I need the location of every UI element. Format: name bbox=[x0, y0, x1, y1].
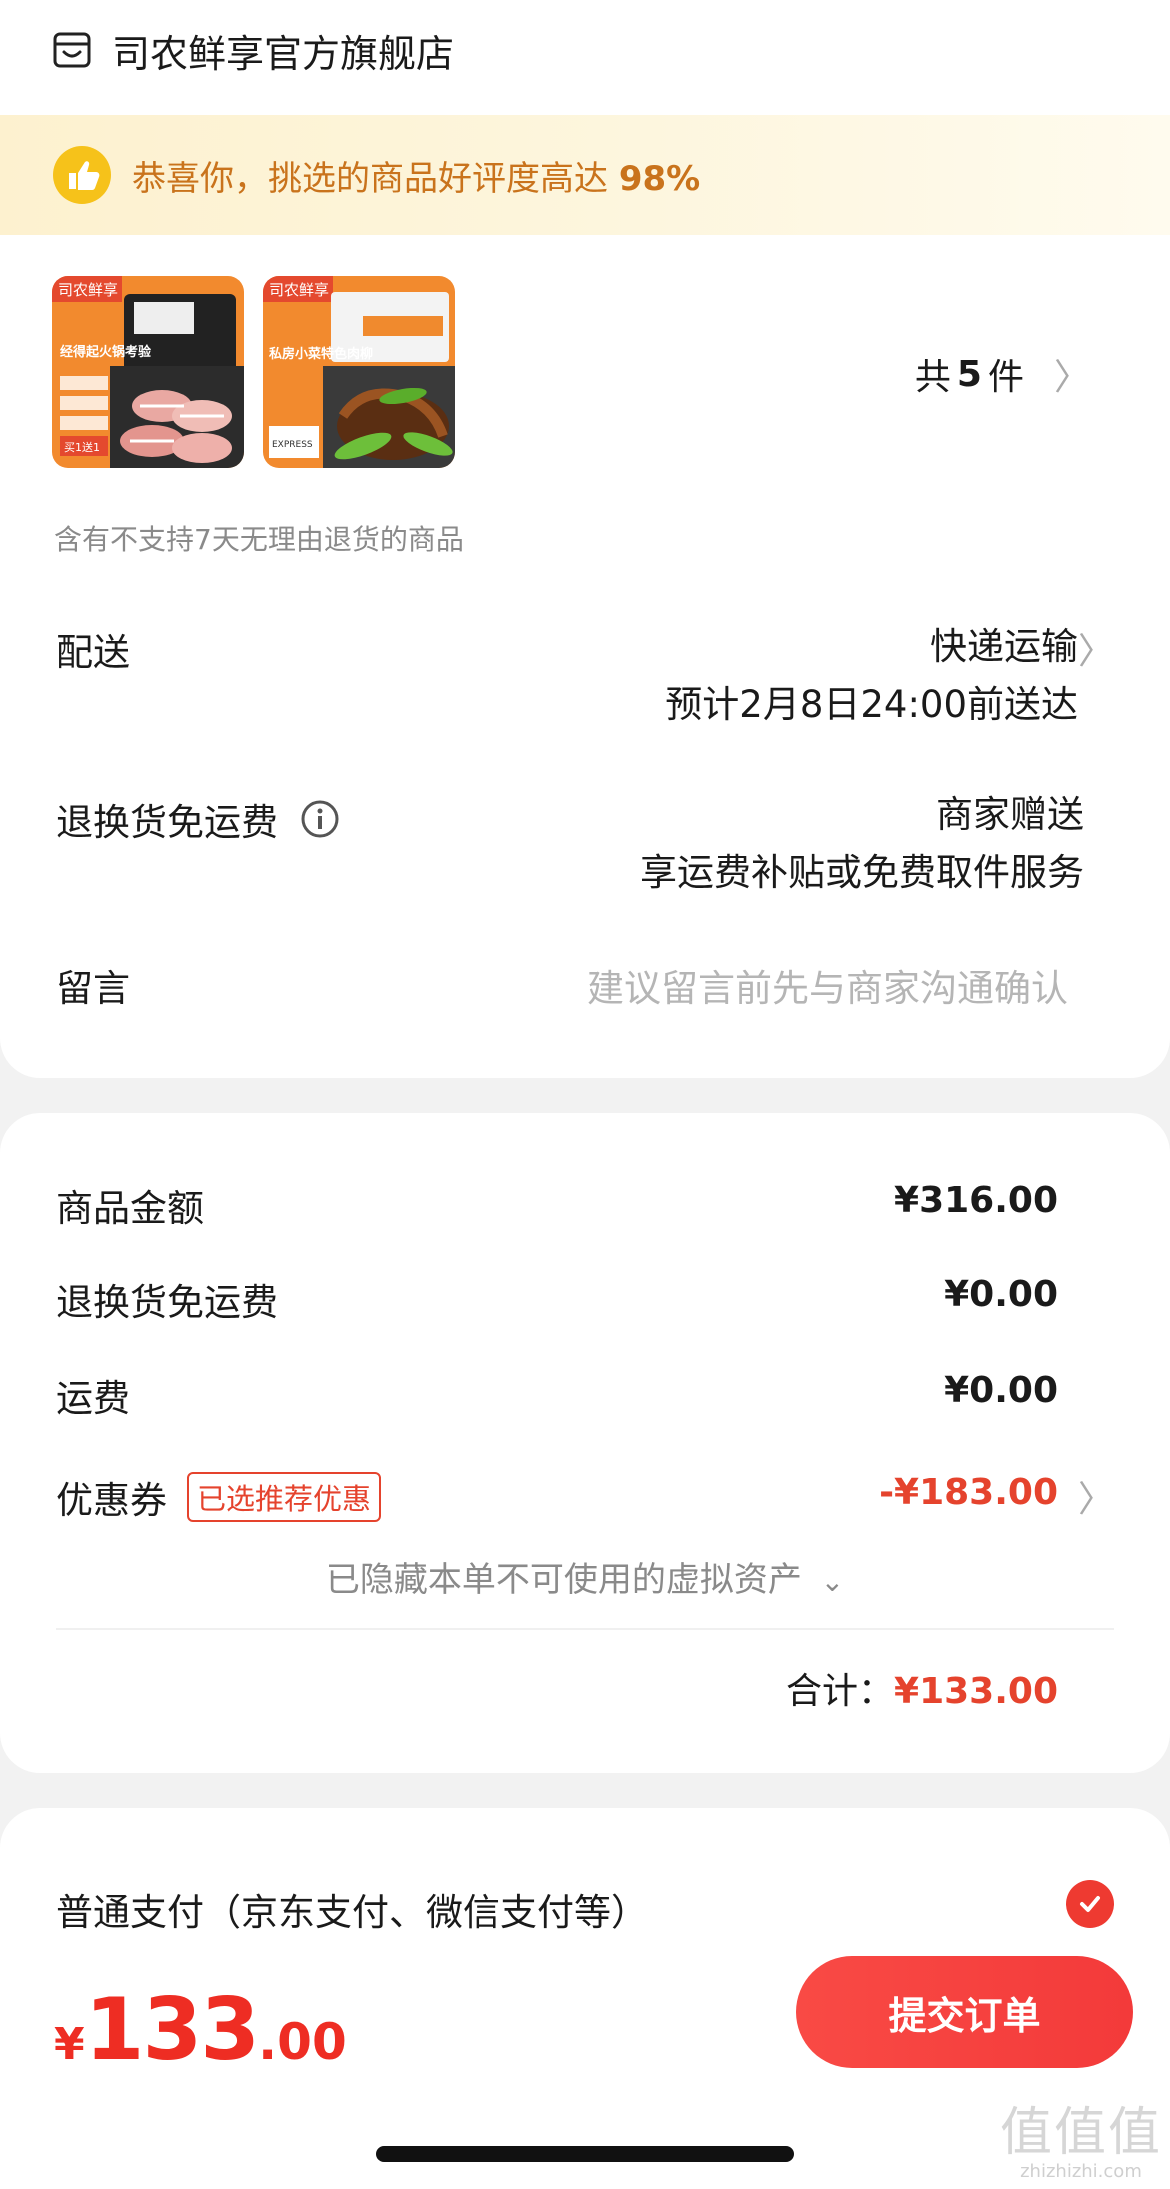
rating-message: 恭喜你，挑选的商品好评度高达 bbox=[132, 158, 608, 199]
goods-amount-value: ¥316.00 bbox=[894, 1180, 1058, 1221]
hidden-assets-toggle[interactable]: 已隐藏本单不可使用的虚拟资产 ⌄ bbox=[0, 1552, 1170, 1601]
coupon-label: 优惠券 已选推荐优惠 bbox=[56, 1470, 382, 1524]
rating-text: 恭喜你，挑选的商品好评度高达 98% bbox=[132, 151, 700, 200]
brand-label: 司农鲜享 bbox=[58, 281, 118, 299]
currency-symbol: ¥ bbox=[54, 2019, 85, 2070]
checkmark-icon[interactable] bbox=[1066, 1880, 1114, 1928]
chevron-down-icon: ⌄ bbox=[820, 1565, 845, 1598]
return-policy-note: 含有不支持7天无理由退货的商品 bbox=[54, 523, 464, 556]
message-label: 留言 bbox=[56, 967, 130, 1010]
delivery-label: 配送 bbox=[56, 631, 130, 674]
rating-banner: 恭喜你，挑选的商品好评度高达 98% bbox=[0, 115, 1170, 235]
product-tagline: 经得起火锅考验 bbox=[60, 344, 152, 360]
message-input[interactable]: 建议留言前先与商家沟通确认 bbox=[587, 958, 1068, 1012]
return-shipping-line1: 商家赠送 bbox=[936, 793, 1084, 836]
order-items-card: 司农鲜享官方旗舰店 恭喜你，挑选的商品好评度高达 98% 司农鲜享 经得起火锅考… bbox=[0, 0, 1170, 1078]
promo-badge: 买1送1 bbox=[64, 440, 100, 454]
return-shipping-label-text: 退换货免运费 bbox=[56, 801, 278, 844]
bottom-total-price: ¥ 133 .00 bbox=[54, 1980, 347, 2080]
delivery-method: 快递运输 bbox=[930, 625, 1078, 668]
product-pork-strips-image: 司农鲜享 私房小菜特色肉柳 EXPRESS bbox=[263, 276, 455, 468]
product-thumb-beef[interactable]: 司农鲜享 经得起火锅考验 买1送1 bbox=[52, 276, 244, 468]
order-total: 合计：¥133.00 bbox=[786, 1662, 1058, 1714]
return-shipping-label: 退换货免运费 bbox=[56, 792, 340, 846]
return-fee-label: 退换货免运费 bbox=[56, 1281, 278, 1324]
chevron-right-icon[interactable]: 〉 bbox=[1078, 1470, 1114, 1522]
shipping-fee-label: 运费 bbox=[56, 1377, 130, 1420]
divider bbox=[56, 1628, 1114, 1630]
chevron-right-icon[interactable]: 〉 bbox=[1078, 622, 1114, 674]
return-shipping-line2: 享运费补贴或免费取件服务 bbox=[640, 851, 1084, 894]
item-count[interactable]: 共 5 件 〉 bbox=[915, 348, 1090, 400]
thumbs-up-icon bbox=[53, 146, 111, 204]
shop-name: 司农鲜享官方旗舰店 bbox=[112, 31, 455, 76]
shipping-fee-value: ¥0.00 bbox=[944, 1370, 1058, 1411]
hidden-assets-text: 已隐藏本单不可使用的虚拟资产 bbox=[325, 1560, 802, 1600]
shop-header[interactable]: 司农鲜享官方旗舰店 bbox=[52, 20, 454, 80]
price-decimal: .00 bbox=[258, 2013, 347, 2071]
brand-label: 司农鲜享 bbox=[269, 281, 329, 299]
return-shipping-detail: 商家赠送 享运费补贴或免费取件服务 bbox=[640, 786, 1084, 902]
total-label: 合计： bbox=[786, 1671, 895, 1712]
count-suffix: 件 bbox=[987, 357, 1024, 398]
product-thumb-pork[interactable]: 司农鲜享 私房小菜特色肉柳 EXPRESS bbox=[263, 276, 455, 468]
product-tagline: 私房小菜特色肉柳 bbox=[269, 346, 373, 362]
payment-method-label[interactable]: 普通支付（京东支付、微信支付等） bbox=[56, 1882, 648, 1936]
store-icon bbox=[53, 32, 91, 68]
home-indicator[interactable] bbox=[376, 2146, 794, 2162]
goods-amount-label: 商品金额 bbox=[56, 1187, 204, 1230]
delivery-option[interactable]: 快递运输 预计2月8日24:00前送达 bbox=[665, 618, 1078, 734]
return-fee-value: ¥0.00 bbox=[944, 1274, 1058, 1315]
rating-percent: 98% bbox=[618, 158, 701, 199]
total-value: ¥133.00 bbox=[894, 1671, 1058, 1712]
delivery-eta: 预计2月8日24:00前送达 bbox=[665, 683, 1078, 726]
price-integer: 133 bbox=[84, 1980, 261, 2080]
watermark-url: zhizhizhi.com bbox=[1020, 2161, 1142, 2182]
count-number: 5 bbox=[956, 353, 982, 395]
coupon-discount-value[interactable]: -¥183.00 bbox=[879, 1472, 1058, 1513]
count-prefix: 共 bbox=[914, 357, 951, 398]
watermark: 值值值 zhizhizhi.com bbox=[1000, 2105, 1162, 2182]
chevron-right-icon: 〉 bbox=[1053, 357, 1090, 398]
submit-order-button[interactable]: 提交订单 bbox=[796, 1956, 1133, 2068]
product-beef-rolls-image: 司农鲜享 经得起火锅考验 买1送1 bbox=[52, 276, 244, 468]
watermark-logo: 值值值 bbox=[999, 2103, 1162, 2163]
coupon-badge: 已选推荐优惠 bbox=[187, 1472, 382, 1522]
coupon-label-text: 优惠券 bbox=[56, 1479, 167, 1522]
info-icon[interactable] bbox=[300, 799, 340, 839]
express-badge: EXPRESS bbox=[272, 440, 313, 450]
